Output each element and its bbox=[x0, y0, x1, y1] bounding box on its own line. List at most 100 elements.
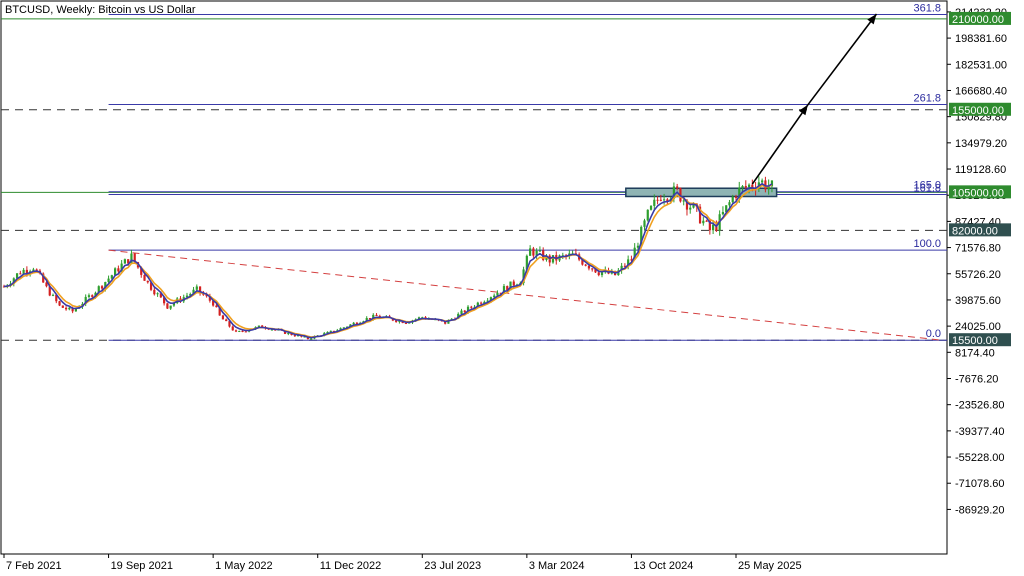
candle-body bbox=[761, 180, 764, 183]
y-axis-tick-label: 182531.00 bbox=[955, 59, 1007, 71]
candle-body bbox=[169, 305, 172, 309]
candle-body bbox=[234, 330, 238, 332]
candle-body bbox=[659, 199, 662, 201]
candle-body bbox=[747, 184, 751, 188]
candle-body bbox=[682, 200, 685, 202]
candle-body bbox=[91, 295, 94, 297]
candle-body bbox=[721, 211, 725, 215]
y-axis-tick-label: -39377.40 bbox=[955, 426, 1005, 438]
x-axis-tick-label: 25 May 2025 bbox=[738, 560, 802, 572]
candle-body bbox=[689, 207, 692, 210]
candle-body bbox=[705, 220, 708, 222]
y-axis-tick-label: -55228.00 bbox=[955, 452, 1005, 464]
candle-body bbox=[231, 326, 234, 331]
candle-body bbox=[25, 269, 28, 274]
candle-body bbox=[728, 202, 731, 206]
candle-body bbox=[238, 330, 241, 332]
price-tag-label: 210000.00 bbox=[952, 14, 1004, 26]
candle-body bbox=[512, 281, 515, 286]
candle-body bbox=[597, 272, 600, 276]
candle-body bbox=[591, 268, 594, 270]
candle-body bbox=[731, 196, 734, 203]
candle-body bbox=[107, 278, 110, 283]
candle-body bbox=[143, 274, 146, 281]
chart-plot-area bbox=[0, 0, 948, 555]
y-axis-tick-label: 24025.00 bbox=[955, 321, 1001, 333]
candle-body bbox=[529, 248, 532, 256]
candle-body bbox=[87, 295, 91, 297]
candle-body bbox=[225, 319, 228, 322]
y-axis-tick-label: 134979.20 bbox=[955, 138, 1007, 150]
y-axis-tick-label: 8174.40 bbox=[955, 347, 995, 359]
candle-body bbox=[600, 272, 604, 276]
y-axis-tick-label: 198381.60 bbox=[955, 33, 1007, 45]
candle-body bbox=[114, 268, 117, 276]
candle-body bbox=[649, 205, 653, 210]
candle-body bbox=[117, 268, 120, 272]
fib-level-label: 165.0 bbox=[913, 180, 941, 192]
price-tag-label: 15500.00 bbox=[952, 335, 998, 347]
y-axis-tick-label: 71576.80 bbox=[955, 243, 1001, 255]
y-axis-tick-label: -23526.80 bbox=[955, 400, 1005, 412]
candle-body bbox=[676, 186, 679, 189]
candle-body bbox=[712, 224, 715, 231]
candle-body bbox=[310, 338, 313, 340]
candle-body bbox=[19, 273, 22, 275]
candle-body bbox=[51, 294, 55, 296]
y-axis-tick-label: 119128.60 bbox=[955, 164, 1006, 176]
y-axis-tick-label: -7676.20 bbox=[955, 373, 998, 385]
candle-body bbox=[653, 199, 656, 206]
candle-body bbox=[166, 303, 169, 309]
x-axis-tick-label: 7 Feb 2021 bbox=[6, 560, 62, 572]
candle-body bbox=[702, 220, 705, 224]
price-tag-label: 105000.00 bbox=[952, 187, 1004, 199]
x-axis-tick-label: 1 May 2022 bbox=[215, 560, 272, 572]
candle-body bbox=[352, 322, 355, 325]
candle-body bbox=[643, 220, 646, 227]
candle-body bbox=[244, 331, 247, 333]
price-tag-label: 82000.00 bbox=[952, 225, 998, 237]
candle-body bbox=[656, 199, 659, 201]
candle-body bbox=[153, 289, 156, 295]
price-tag-label: 155000.00 bbox=[952, 105, 1004, 117]
x-axis-tick-label: 23 Jul 2023 bbox=[424, 560, 481, 572]
candle-body bbox=[584, 264, 587, 266]
candle-body bbox=[123, 259, 127, 264]
candle-body bbox=[734, 196, 738, 198]
candle-body bbox=[241, 330, 244, 332]
x-axis-tick-label: 3 Mar 2024 bbox=[529, 560, 585, 572]
y-axis-tick-label: -71078.60 bbox=[955, 478, 1005, 490]
y-axis-tick-label: 39875.60 bbox=[955, 295, 1001, 307]
x-axis-tick-label: 13 Oct 2024 bbox=[633, 560, 693, 572]
fib-level-label: 0.0 bbox=[926, 328, 941, 340]
candle-body bbox=[61, 305, 64, 308]
x-axis-tick-label: 19 Sep 2021 bbox=[111, 560, 173, 572]
fib-level-label: 100.0 bbox=[913, 238, 941, 250]
candle-body bbox=[470, 306, 473, 308]
candle-body bbox=[146, 280, 149, 283]
candle-body bbox=[663, 199, 666, 201]
y-axis-tick-label: 166680.40 bbox=[955, 85, 1007, 97]
candle-body bbox=[215, 305, 218, 308]
y-axis-tick-label: -86929.20 bbox=[955, 504, 1005, 516]
candle-body bbox=[744, 186, 747, 188]
chart-title: BTCUSD, Weekly: Bitcoin vs US Dollar bbox=[5, 4, 196, 16]
candle-body bbox=[221, 315, 225, 320]
price-chart: 0.0100.0161.8165.0261.8361.8 214232.2019… bbox=[0, 0, 1011, 572]
candle-body bbox=[538, 250, 542, 252]
fib-level-label: 361.8 bbox=[913, 2, 941, 14]
candle-body bbox=[58, 301, 61, 306]
candle-body bbox=[195, 286, 198, 290]
candle-body bbox=[463, 310, 466, 313]
candle-body bbox=[646, 209, 649, 221]
candle-body bbox=[100, 286, 104, 289]
candle-body bbox=[741, 186, 744, 188]
candle-body bbox=[375, 314, 378, 316]
fib-level-label: 261.8 bbox=[913, 92, 941, 104]
candle-body bbox=[532, 248, 535, 256]
candle-body bbox=[480, 302, 483, 304]
candle-body bbox=[64, 307, 68, 310]
candle-body bbox=[404, 323, 408, 325]
y-axis-tick-label: 55726.20 bbox=[955, 269, 1001, 281]
candle-body bbox=[156, 293, 159, 295]
